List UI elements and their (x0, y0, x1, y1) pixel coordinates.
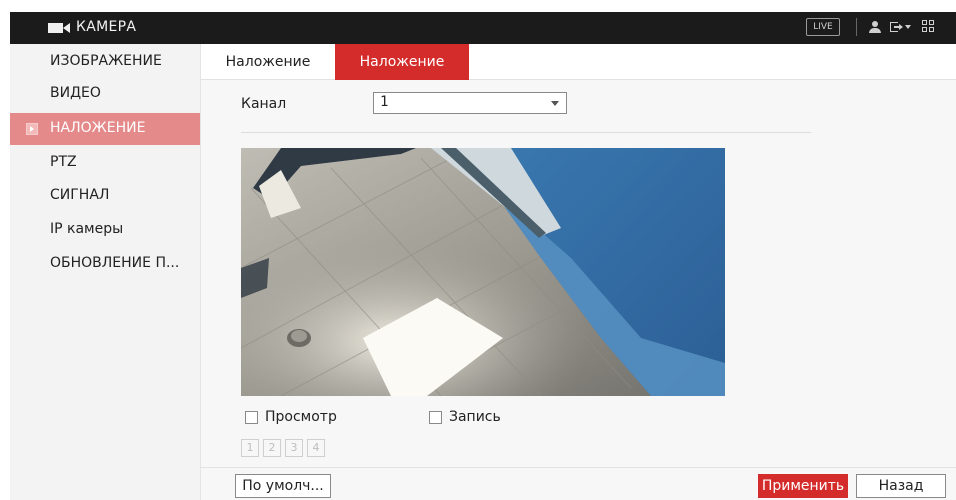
main-panel: Наложение Наложение Канал 1 Просмотр Зап… (200, 44, 956, 500)
back-button[interactable]: Назад (856, 474, 946, 498)
divider (856, 18, 857, 36)
user-icon[interactable] (868, 20, 882, 34)
record-checkbox[interactable]: Запись (429, 409, 529, 427)
checkbox-box[interactable] (245, 411, 258, 424)
live-button[interactable]: LIVE (806, 18, 840, 36)
tab-overlay-2[interactable]: Наложение (335, 44, 469, 80)
checkbox-box[interactable] (429, 411, 442, 424)
app-title: КАМЕРА (76, 19, 137, 35)
camera-preview[interactable] (241, 148, 725, 396)
title-bar: КАМЕРА LIVE (10, 12, 956, 44)
sidebar-item-label: PTZ (50, 154, 77, 170)
sidebar-item-label: ИЗОБРАЖЕНИЕ (50, 53, 162, 69)
checkbox-label: Запись (449, 409, 501, 425)
preview-image (241, 148, 725, 396)
sidebar-item-label: IP камеры (50, 221, 124, 237)
chevron-down-icon (551, 101, 559, 106)
region-button-1[interactable]: 1 (241, 439, 259, 457)
sidebar-item-label: СИГНАЛ (50, 187, 110, 203)
sidebar-item-label: ВИДЕО (50, 85, 101, 101)
region-button-2[interactable]: 2 (263, 439, 281, 457)
chevron-down-icon[interactable] (905, 25, 911, 29)
channel-select[interactable]: 1 (373, 92, 567, 114)
logout-icon[interactable] (890, 20, 904, 34)
sidebar-item-ip-cameras[interactable]: IP камеры (10, 214, 200, 246)
channel-value: 1 (380, 94, 389, 110)
sidebar-item-overlay[interactable]: НАЛОЖЕНИЕ (10, 113, 200, 145)
tab-bar: Наложение Наложение (201, 44, 956, 80)
sidebar-item-label: ОБНОВЛЕНИЕ П... (50, 255, 180, 271)
sidebar-item-signal[interactable]: СИГНАЛ (10, 180, 200, 212)
divider (241, 132, 811, 133)
channel-label: Канал (241, 96, 287, 112)
sidebar-item-label: НАЛОЖЕНИЕ (50, 120, 146, 136)
region-button-4[interactable]: 4 (307, 439, 325, 457)
sidebar-item-image[interactable]: ИЗОБРАЖЕНИЕ (10, 46, 200, 78)
top-bar: КАМЕРА LIVE (0, 0, 956, 44)
sidebar-item-ptz[interactable]: PTZ (10, 147, 200, 179)
qr-code-icon[interactable] (922, 20, 936, 34)
sidebar: ИЗОБРАЖЕНИЕ ВИДЕО НАЛОЖЕНИЕ PTZ СИГНАЛ I… (10, 44, 200, 500)
region-button-3[interactable]: 3 (285, 439, 303, 457)
sidebar-item-update[interactable]: ОБНОВЛЕНИЕ П... (10, 248, 200, 280)
camera-icon (48, 23, 70, 33)
tab-overlay-1[interactable]: Наложение (201, 44, 335, 80)
footer-divider (201, 467, 956, 468)
checkbox-label: Просмотр (265, 409, 337, 425)
chevron-right-icon (26, 123, 38, 135)
preview-checkbox[interactable]: Просмотр (245, 409, 365, 427)
sidebar-item-video[interactable]: ВИДЕО (10, 78, 200, 110)
default-button[interactable]: По умолч... (235, 474, 331, 498)
apply-button[interactable]: Применить (758, 474, 848, 498)
